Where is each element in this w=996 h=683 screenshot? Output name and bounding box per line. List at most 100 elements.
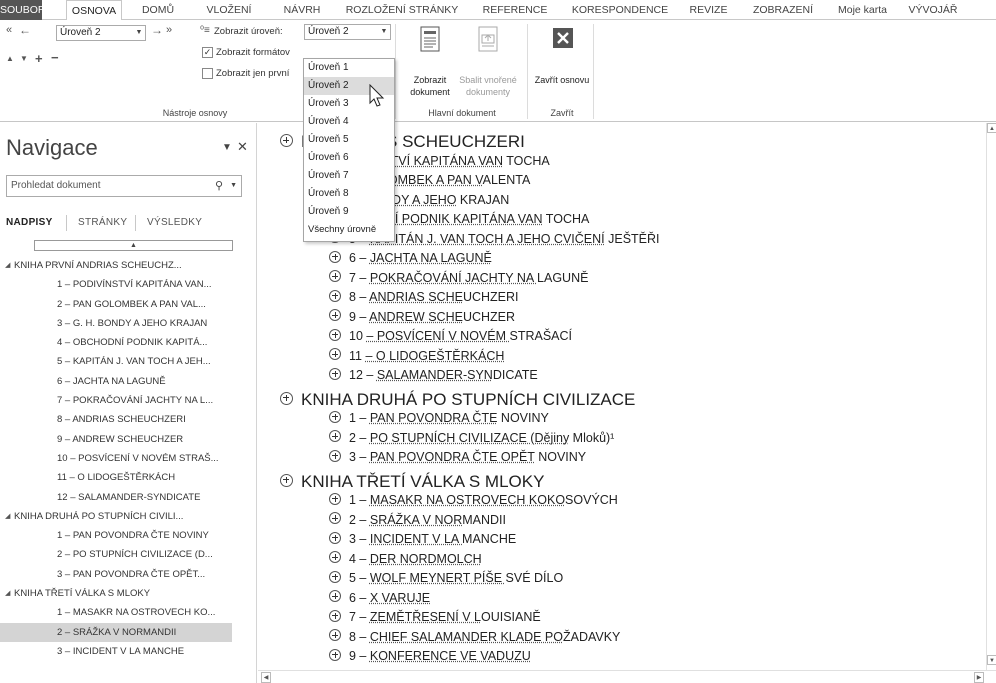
- tab-review[interactable]: REVIZE: [681, 0, 736, 20]
- expand-plus-icon[interactable]: [280, 134, 293, 148]
- expand-triangle-icon[interactable]: ◢: [5, 256, 10, 275]
- tab-home[interactable]: DOMŮ: [137, 0, 179, 20]
- nav-subheading-item[interactable]: 10 – POSVÍCENÍ V NOVÉM STRAŠ...: [0, 449, 235, 468]
- horizontal-scrollbar[interactable]: ◀ ▶: [258, 670, 996, 683]
- expand-plus-icon[interactable]: [329, 367, 341, 380]
- collapse-subdocuments-button[interactable]: Sbalit vnořené dokumenty: [458, 74, 518, 98]
- navigation-search-input[interactable]: Prohledat dokument ⚲ ▼: [6, 175, 242, 197]
- expand-plus-icon[interactable]: [329, 551, 341, 564]
- close-outline-button[interactable]: Zavřít osnovu: [534, 74, 590, 86]
- nav-subheading-item[interactable]: 5 – KAPITÁN J. VAN TOCH A JEH...: [0, 352, 235, 371]
- close-icon[interactable]: [551, 26, 575, 50]
- outline-heading-2[interactable]: 1 – MASAKR NA OSTROVECH KOKOSOVÝCH: [329, 492, 618, 507]
- nav-subheading-item[interactable]: 11 – O LIDOGEŠTĚRKÁCH: [0, 468, 235, 487]
- nav-subheading-item[interactable]: 3 – INCIDENT V LA MANCHE: [0, 642, 235, 661]
- nav-subheading-item[interactable]: 7 – POKRAČOVÁNÍ JACHTY NA L...: [0, 391, 235, 410]
- expand-plus-icon[interactable]: [280, 391, 293, 405]
- outline-heading-2[interactable]: 4 – DER NORDMOLCH: [329, 551, 482, 566]
- nav-heading-item[interactable]: ◢ KNIHA PRVNÍ ANDRIAS SCHEUCHZ...: [0, 256, 230, 275]
- search-icon[interactable]: ⚲: [215, 176, 223, 196]
- tab-developer[interactable]: VÝVOJÁŘ: [903, 0, 963, 20]
- outline-heading-2[interactable]: 9 – KONFERENCE VE VADUZU: [329, 648, 531, 663]
- tab-file[interactable]: SOUBOR: [0, 0, 46, 20]
- dropdown-item-level-6[interactable]: Úroveň 6: [304, 149, 394, 167]
- nav-tab-pages[interactable]: STRÁNKY: [78, 217, 127, 228]
- promote-to-heading1-icon[interactable]: «: [6, 24, 12, 36]
- expand-plus-icon[interactable]: [280, 473, 293, 487]
- expand-plus-icon[interactable]: [329, 531, 341, 544]
- expand-triangle-icon[interactable]: ◢: [5, 507, 10, 526]
- outline-heading-2[interactable]: 5 – WOLF MEYNERT PÍŠE SVÉ DÍLO: [329, 570, 563, 585]
- tab-outline[interactable]: OSNOVA: [66, 0, 122, 21]
- outline-heading-2[interactable]: 11 – O LIDOGEŠTĚRKÁCH: [329, 348, 504, 363]
- dropdown-item-all-levels[interactable]: Všechny úrovně: [304, 221, 394, 239]
- vertical-scrollbar[interactable]: ▲ ▼: [986, 123, 996, 670]
- nav-subheading-item[interactable]: 4 – OBCHODNÍ PODNIK KAPITÁ...: [0, 333, 235, 352]
- nav-subheading-item[interactable]: 6 – JACHTA NA LAGUNĚ: [0, 372, 235, 391]
- outline-heading-2[interactable]: 8 – ANDRIAS SCHEUCHZERI: [329, 289, 519, 304]
- expand-plus-icon[interactable]: [329, 629, 341, 642]
- outline-heading-2[interactable]: 7 – ZEMĚTŘESENÍ V LOUISIANĚ: [329, 609, 541, 624]
- promote-icon[interactable]: ←: [19, 23, 31, 37]
- expand-plus-icon[interactable]: [329, 648, 341, 661]
- chevron-down-icon[interactable]: ▼: [230, 176, 237, 196]
- outline-heading-2[interactable]: 3 – INCIDENT V LA MANCHE: [329, 531, 516, 546]
- show-first-line-checkbox[interactable]: [202, 68, 213, 79]
- outline-heading-2[interactable]: 2 – SRÁŽKA V NORMANDII: [329, 512, 506, 527]
- outline-heading-2[interactable]: 10 – POSVÍCENÍ V NOVÉM STRAŠACÍ: [329, 328, 572, 343]
- nav-heading-item[interactable]: ◢ KNIHA DRUHÁ PO STUPNÍCH CIVILI...: [0, 507, 230, 526]
- outline-heading-2[interactable]: 7 – POKRAČOVÁNÍ JACHTY NA LAGUNĚ: [329, 270, 588, 285]
- scroll-down-icon[interactable]: ▼: [987, 655, 996, 665]
- tab-my-tab[interactable]: Moje karta: [830, 0, 895, 20]
- demote-to-body-icon[interactable]: »: [166, 24, 172, 36]
- outline-heading-2[interactable]: 12 – SALAMANDER-SYNDICATE: [329, 367, 538, 382]
- nav-tab-headings[interactable]: NADPISY: [6, 217, 53, 228]
- chevron-down-icon[interactable]: ▼: [378, 25, 390, 39]
- nav-subheading-item[interactable]: 3 – G. H. BONDY A JEHO KRAJAN: [0, 314, 235, 333]
- nav-subheading-item[interactable]: 1 – PAN POVONDRA ČTE NOVINY: [0, 526, 235, 545]
- dropdown-item-level-5[interactable]: Úroveň 5: [304, 131, 394, 149]
- outline-heading-1[interactable]: KNIHA DRUHÁ PO STUPNÍCH CIVILIZACE: [280, 390, 635, 410]
- nav-subheading-item[interactable]: 9 – ANDREW SCHEUCHZER: [0, 430, 235, 449]
- nav-subheading-item[interactable]: 2 – PAN GOLOMBEK A PAN VAL...: [0, 295, 235, 314]
- expand-plus-icon[interactable]: [329, 430, 341, 443]
- show-document-button[interactable]: Zobrazit dokument: [401, 74, 459, 98]
- outline-heading-2[interactable]: 6 – X VARUJE: [329, 590, 430, 605]
- dropdown-item-level-4[interactable]: Úroveň 4: [304, 113, 394, 131]
- tab-references[interactable]: REFERENCE: [475, 0, 555, 20]
- scroll-left-icon[interactable]: ◀: [261, 672, 271, 683]
- expand-plus-icon[interactable]: [329, 348, 341, 361]
- nav-subheading-item[interactable]: 12 – SALAMANDER-SYNDICATE: [0, 488, 235, 507]
- tab-design[interactable]: NÁVRH: [277, 0, 327, 20]
- outline-level-combo[interactable]: Úroveň 2 ▼: [56, 25, 146, 41]
- dropdown-item-level-7[interactable]: Úroveň 7: [304, 167, 394, 185]
- expand-plus-icon[interactable]: [329, 250, 341, 263]
- dropdown-item-level-1[interactable]: Úroveň 1: [304, 59, 394, 77]
- show-document-icon[interactable]: [419, 26, 441, 52]
- show-level-combo[interactable]: Úroveň 2 ▼: [304, 24, 391, 40]
- expand-plus-icon[interactable]: [329, 289, 341, 302]
- outline-heading-1[interactable]: KNIHA TŘETÍ VÁLKA S MLOKY: [280, 472, 544, 492]
- expand-plus-icon[interactable]: [329, 449, 341, 462]
- move-down-icon[interactable]: ▼: [20, 54, 28, 63]
- nav-subheading-item[interactable]: 1 – PODIVÍNSTVÍ KAPITÁNA VAN...: [0, 275, 235, 294]
- tab-insert[interactable]: VLOŽENÍ: [199, 0, 259, 20]
- expand-plus-icon[interactable]: [329, 512, 341, 525]
- tab-mailings[interactable]: KORESPONDENCE: [566, 0, 674, 20]
- pane-options-icon[interactable]: ▼: [222, 142, 232, 153]
- nav-subheading-item[interactable]: 2 – PO STUPNÍCH CIVILIZACE (D...: [0, 545, 235, 564]
- expand-plus-icon[interactable]: [329, 270, 341, 283]
- tab-view[interactable]: ZOBRAZENÍ: [748, 0, 818, 20]
- expand-plus-icon[interactable]: [329, 328, 341, 341]
- nav-subheading-item[interactable]: 8 – ANDRIAS SCHEUCHZERI: [0, 410, 235, 429]
- outline-heading-2[interactable]: 3 – PAN POVONDRA ČTE OPĚT NOVINY: [329, 449, 586, 464]
- show-formatting-checkbox[interactable]: ✓: [202, 47, 213, 58]
- expand-plus-icon[interactable]: [329, 570, 341, 583]
- dropdown-item-level-9[interactable]: Úroveň 9: [304, 203, 394, 221]
- outline-heading-2[interactable]: 2 – PO STUPNÍCH CIVILIZACE (Dějiny Mloků…: [329, 430, 614, 445]
- move-up-icon[interactable]: ▲: [6, 54, 14, 63]
- dropdown-item-level-8[interactable]: Úroveň 8: [304, 185, 394, 203]
- collapse-icon[interactable]: −: [51, 50, 59, 65]
- tab-page-layout[interactable]: ROZLOŽENÍ STRÁNKY: [342, 0, 462, 20]
- outline-heading-2[interactable]: 1 – PAN POVONDRA ČTE NOVINY: [329, 410, 549, 425]
